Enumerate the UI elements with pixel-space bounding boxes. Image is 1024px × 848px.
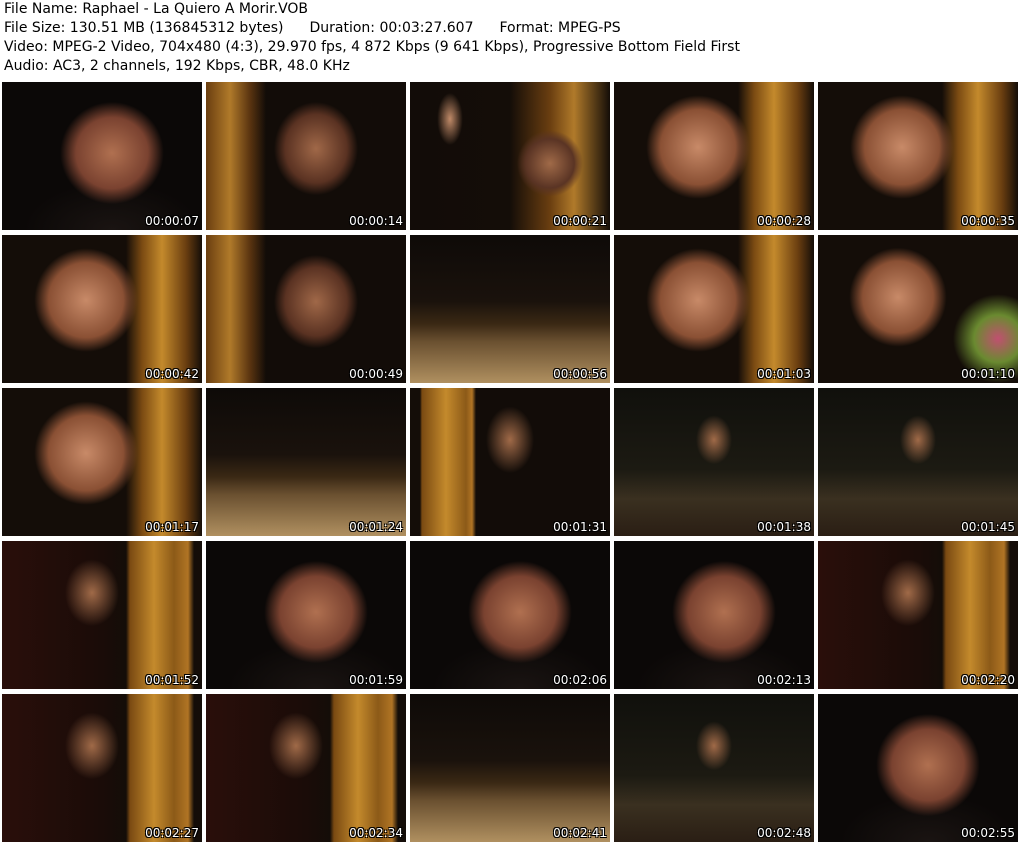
video-thumbnail: 00:01:31 bbox=[409, 387, 611, 537]
thumbnail-timestamp: 00:01:31 bbox=[553, 520, 607, 534]
thumbnail-timestamp: 00:02:48 bbox=[757, 826, 811, 840]
thumbnail-timestamp: 00:01:38 bbox=[757, 520, 811, 534]
thumbnail-timestamp: 00:00:28 bbox=[757, 214, 811, 228]
video-thumbnail: 00:01:24 bbox=[205, 387, 407, 537]
video-frame-image bbox=[818, 235, 1018, 383]
video-thumbnail: 00:00:49 bbox=[205, 234, 407, 384]
thumbnail-timestamp: 00:02:06 bbox=[553, 673, 607, 687]
video-thumbnail: 00:00:28 bbox=[613, 81, 815, 231]
video-frame-image bbox=[614, 388, 814, 536]
video-frame-image bbox=[206, 388, 406, 536]
video-frame-image bbox=[206, 82, 406, 230]
thumbnail-timestamp: 00:00:21 bbox=[553, 214, 607, 228]
video-thumbnail: 00:02:55 bbox=[817, 693, 1019, 843]
video-frame-image bbox=[410, 541, 610, 689]
video-thumbnail: 00:02:48 bbox=[613, 693, 815, 843]
thumbnail-timestamp: 00:02:55 bbox=[961, 826, 1015, 840]
video-thumbnail: 00:00:07 bbox=[1, 81, 203, 231]
video-thumbnail: 00:02:34 bbox=[205, 693, 407, 843]
video-frame-image bbox=[2, 694, 202, 842]
file-name-line: File Name: Raphael - La Quiero A Morir.V… bbox=[4, 1, 309, 17]
video-thumbnail: 00:00:35 bbox=[817, 81, 1019, 231]
thumbnail-grid: 00:00:07 00:00:14 00:00:21 00:00:28 00:00:35… bbox=[0, 81, 1024, 848]
video-thumbnail: 00:00:42 bbox=[1, 234, 203, 384]
video-frame-image bbox=[410, 82, 610, 230]
video-frame-image bbox=[206, 541, 406, 689]
video-thumbnail: 00:02:06 bbox=[409, 540, 611, 690]
thumbnail-timestamp: 00:02:34 bbox=[349, 826, 403, 840]
file-info-header: File Name: Raphael - La Quiero A Morir.V… bbox=[4, 0, 1020, 76]
video-info-line: Video: MPEG-2 Video, 704x480 (4:3), 29.9… bbox=[4, 39, 740, 55]
thumbnail-timestamp: 00:01:24 bbox=[349, 520, 403, 534]
thumbnail-timestamp: 00:01:52 bbox=[145, 673, 199, 687]
video-thumbnail: 00:01:52 bbox=[1, 540, 203, 690]
file-stats-line: File Size: 130.51 MB (136845312 bytes) Du… bbox=[4, 19, 1020, 38]
thumbnail-timestamp: 00:00:49 bbox=[349, 367, 403, 381]
video-frame-image bbox=[206, 694, 406, 842]
thumbnail-timestamp: 00:00:14 bbox=[349, 214, 403, 228]
video-thumbnail: 00:01:03 bbox=[613, 234, 815, 384]
video-frame-image bbox=[614, 694, 814, 842]
video-frame-image bbox=[2, 388, 202, 536]
thumbnail-timestamp: 00:01:03 bbox=[757, 367, 811, 381]
file-size: File Size: 130.51 MB (136845312 bytes) bbox=[4, 20, 284, 36]
video-thumbnail: 00:01:45 bbox=[817, 387, 1019, 537]
duration: Duration: 00:03:27.607 bbox=[309, 20, 474, 36]
video-thumbnail: 00:01:10 bbox=[817, 234, 1019, 384]
thumbnail-timestamp: 00:01:17 bbox=[145, 520, 199, 534]
video-frame-image bbox=[410, 388, 610, 536]
video-frame-image bbox=[614, 541, 814, 689]
video-frame-image bbox=[2, 82, 202, 230]
video-thumbnail: 00:02:20 bbox=[817, 540, 1019, 690]
thumbnail-timestamp: 00:01:10 bbox=[961, 367, 1015, 381]
thumbnail-timestamp: 00:02:41 bbox=[553, 826, 607, 840]
format: Format: MPEG-PS bbox=[499, 20, 621, 36]
video-frame-image bbox=[614, 82, 814, 230]
thumbnail-timestamp: 00:00:42 bbox=[145, 367, 199, 381]
video-frame-image bbox=[818, 82, 1018, 230]
video-frame-image bbox=[818, 694, 1018, 842]
video-thumbnail: 00:01:38 bbox=[613, 387, 815, 537]
video-thumbnail: 00:02:41 bbox=[409, 693, 611, 843]
video-thumbnail: 00:02:27 bbox=[1, 693, 203, 843]
thumbnail-timestamp: 00:00:35 bbox=[961, 214, 1015, 228]
audio-info-line: Audio: AC3, 2 channels, 192 Kbps, CBR, 4… bbox=[4, 58, 350, 74]
video-thumbnail: 00:01:59 bbox=[205, 540, 407, 690]
video-frame-image bbox=[410, 694, 610, 842]
thumbnail-timestamp: 00:02:27 bbox=[145, 826, 199, 840]
video-thumbnail: 00:00:56 bbox=[409, 234, 611, 384]
thumbnail-timestamp: 00:01:59 bbox=[349, 673, 403, 687]
video-thumbnail: 00:02:13 bbox=[613, 540, 815, 690]
thumbnail-timestamp: 00:02:13 bbox=[757, 673, 811, 687]
thumbnail-timestamp: 00:00:56 bbox=[553, 367, 607, 381]
video-thumbnail: 00:00:21 bbox=[409, 81, 611, 231]
video-frame-image bbox=[2, 541, 202, 689]
video-frame-image bbox=[206, 235, 406, 383]
thumbnail-timestamp: 00:02:20 bbox=[961, 673, 1015, 687]
video-frame-image bbox=[2, 235, 202, 383]
video-frame-image bbox=[410, 235, 610, 383]
video-thumbnail: 00:00:14 bbox=[205, 81, 407, 231]
thumbnail-timestamp: 00:00:07 bbox=[145, 214, 199, 228]
video-frame-image bbox=[818, 388, 1018, 536]
video-frame-image bbox=[818, 541, 1018, 689]
video-frame-image bbox=[614, 235, 814, 383]
video-thumbnail: 00:01:17 bbox=[1, 387, 203, 537]
thumbnail-timestamp: 00:01:45 bbox=[961, 520, 1015, 534]
